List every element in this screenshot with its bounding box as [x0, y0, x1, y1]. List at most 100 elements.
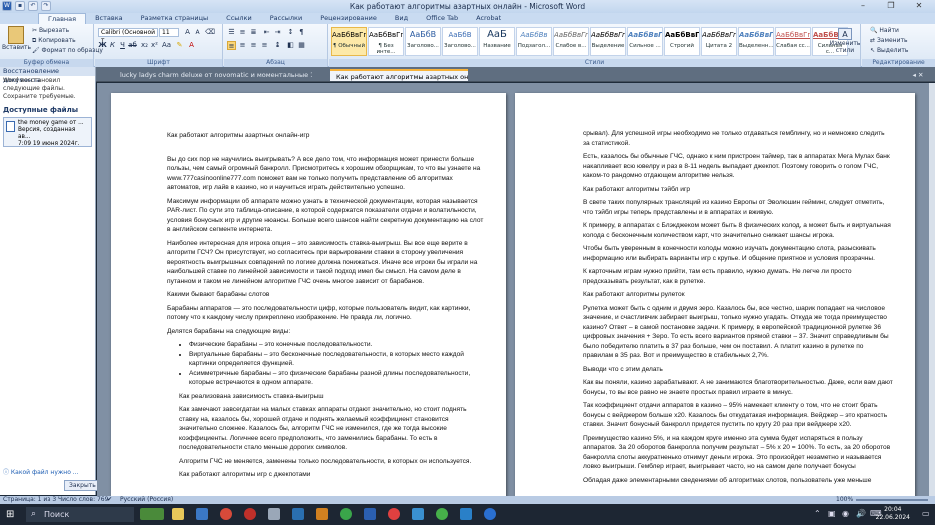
- tab-page-layout[interactable]: Разметка страницы: [132, 13, 218, 24]
- recovery-close-button[interactable]: Закрыть: [64, 480, 101, 491]
- superscript-icon[interactable]: x²: [150, 41, 159, 50]
- style-no-spacing[interactable]: АаБбВвГг ¶ Без инте...: [368, 27, 404, 56]
- network-icon[interactable]: ◉: [842, 509, 849, 518]
- grow-font-icon[interactable]: A: [183, 28, 192, 37]
- style-title[interactable]: АаБ Название: [479, 27, 515, 56]
- widgets-icon[interactable]: [140, 508, 164, 520]
- font-size-select[interactable]: 11: [159, 28, 179, 37]
- opera-icon[interactable]: [244, 508, 256, 520]
- tab-review[interactable]: Рецензирование: [311, 13, 386, 24]
- app-icon[interactable]: [316, 508, 328, 520]
- borders-icon[interactable]: ▦: [297, 41, 306, 50]
- language-indicator[interactable]: Русский (Россия): [120, 496, 173, 504]
- notifications-icon[interactable]: ▭: [922, 509, 930, 518]
- subscript-icon[interactable]: x₂: [140, 41, 149, 50]
- taskbar-search-box[interactable]: ⌕ Поиск: [26, 507, 134, 522]
- font-name-select[interactable]: Calibri (Основной т: [98, 28, 158, 44]
- tab-insert[interactable]: Вставка: [86, 13, 132, 24]
- copy-button[interactable]: ⧉ Копировать: [32, 37, 76, 45]
- style-subtle-emphasis[interactable]: АаБбВвГг Слабое в...: [553, 27, 589, 56]
- align-center-icon[interactable]: ≡: [238, 41, 247, 50]
- cut-button[interactable]: ✂ Вырезать: [32, 27, 69, 34]
- tab-controls[interactable]: ◂ ✕: [906, 69, 930, 81]
- which-file-link[interactable]: ⓘ Какой файл нужно ...: [3, 467, 79, 476]
- change-case-icon[interactable]: Aa: [162, 41, 171, 50]
- style-subtitle[interactable]: АаБбВв Подзагол...: [516, 27, 552, 56]
- font-color-icon[interactable]: A: [187, 41, 196, 50]
- app-icon[interactable]: [412, 508, 424, 520]
- align-right-icon[interactable]: ≡: [249, 41, 258, 50]
- style-intense-emphasis[interactable]: АаБбВвГг Сильное ...: [627, 27, 663, 56]
- app-icon[interactable]: [388, 508, 400, 520]
- decrease-indent-icon[interactable]: ⇤: [262, 28, 271, 37]
- tab-view[interactable]: Вид: [386, 13, 417, 24]
- document-page-1[interactable]: Как работают алгоритмы азартных онлайн-и…: [111, 93, 506, 496]
- clock[interactable]: 20:04 22.06.2024: [876, 506, 910, 522]
- clear-format-icon[interactable]: ⌫: [205, 28, 215, 37]
- find-button[interactable]: 🔍 Найти: [870, 27, 899, 34]
- recovered-file-item[interactable]: the money game от ... Версия, созданная …: [3, 117, 92, 147]
- style-emphasis[interactable]: АаБбВвГг Выделение: [590, 27, 626, 56]
- align-left-icon[interactable]: ≡: [227, 41, 236, 50]
- app-icon[interactable]: [460, 508, 472, 520]
- underline-icon[interactable]: Ч: [118, 41, 127, 50]
- tab-mailings[interactable]: Рассылки: [261, 13, 312, 24]
- word-count[interactable]: Число слов: 769: [58, 496, 108, 504]
- sort-icon[interactable]: ↕: [286, 28, 295, 37]
- style-strong[interactable]: АаБбВвГг Строгий: [664, 27, 700, 56]
- style-quote-2[interactable]: АаБбВвГг Цитата 2: [701, 27, 737, 56]
- volume-icon[interactable]: 🔊: [856, 509, 866, 518]
- style-intense-quote[interactable]: АаБбВвГг Выделенн...: [738, 27, 774, 56]
- format-painter-button[interactable]: 🖌 Формат по образцу: [32, 47, 103, 54]
- file-explorer-icon[interactable]: [172, 508, 184, 520]
- shrink-font-icon[interactable]: A: [193, 28, 202, 37]
- word-taskbar-icon[interactable]: [364, 508, 376, 520]
- app-icon[interactable]: [484, 508, 496, 520]
- proofing-icon[interactable]: ✔: [107, 496, 112, 504]
- highlight-icon[interactable]: ✎: [175, 41, 184, 50]
- style-heading-1[interactable]: АаБбВ Заголово...: [405, 27, 441, 56]
- document-tab-2[interactable]: Как работают алгоритмы азартных онлайн ✕: [330, 69, 468, 81]
- mail-icon[interactable]: [196, 508, 208, 520]
- tab-office-tab[interactable]: Office Tab: [417, 13, 467, 24]
- vertical-scrollbar[interactable]: [929, 83, 935, 496]
- bold-icon[interactable]: Ж: [98, 41, 107, 50]
- tab-home[interactable]: Главная: [38, 13, 87, 24]
- justify-icon[interactable]: ≡: [260, 41, 269, 50]
- app-icon[interactable]: [436, 508, 448, 520]
- italic-icon[interactable]: К: [108, 41, 117, 50]
- document-page-2[interactable]: срывал). Для успешной игры необходимо не…: [515, 93, 915, 496]
- strikethrough-icon[interactable]: аб: [128, 41, 137, 50]
- page-count[interactable]: Страница: 1 из 3: [3, 496, 56, 504]
- zoom-level[interactable]: 100%: [836, 496, 853, 504]
- tab-acrobat[interactable]: Acrobat: [467, 13, 510, 24]
- style-heading-2[interactable]: АаБбВ Заголово...: [442, 27, 478, 56]
- document-tab-1[interactable]: lucky ladys charm deluxe от novomatic и …: [114, 69, 312, 81]
- chrome-icon[interactable]: [340, 508, 352, 520]
- numbering-icon[interactable]: ≡: [238, 28, 247, 37]
- increase-indent-icon[interactable]: ⇥: [273, 28, 282, 37]
- store-icon[interactable]: [292, 508, 304, 520]
- paste-button[interactable]: Вставить: [2, 26, 31, 51]
- show-marks-icon[interactable]: ¶: [297, 28, 306, 37]
- multilevel-list-icon[interactable]: ≣: [249, 28, 258, 37]
- replace-button[interactable]: ⇄ Заменить: [870, 37, 908, 44]
- document-workspace[interactable]: Как работают алгоритмы азартных онлайн-и…: [97, 83, 929, 496]
- tab-references[interactable]: Ссылки: [217, 13, 261, 24]
- style-normal[interactable]: АаБбВвГг ¶ Обычный: [331, 27, 367, 56]
- close-button[interactable]: ✕: [905, 0, 933, 12]
- line-spacing-icon[interactable]: ↨: [273, 41, 282, 50]
- app-icon[interactable]: [268, 508, 280, 520]
- style-subtle-reference[interactable]: АаБбВвГг Слабая сс...: [775, 27, 811, 56]
- select-button[interactable]: ↖ Выделить: [870, 47, 908, 54]
- shading-icon[interactable]: ◧: [286, 41, 295, 50]
- tray-app-icon[interactable]: ▣: [828, 509, 836, 518]
- browser-icon[interactable]: [220, 508, 232, 520]
- change-styles-button[interactable]: A Изменить стили: [828, 28, 862, 54]
- minimize-button[interactable]: –: [849, 0, 877, 12]
- maximize-button[interactable]: ❐: [877, 0, 905, 12]
- tray-chevron-icon[interactable]: ⌃: [814, 509, 821, 518]
- zoom-slider[interactable]: [856, 499, 928, 501]
- bullets-icon[interactable]: ☰: [227, 28, 236, 37]
- windows-start-icon[interactable]: ⊞: [6, 509, 17, 520]
